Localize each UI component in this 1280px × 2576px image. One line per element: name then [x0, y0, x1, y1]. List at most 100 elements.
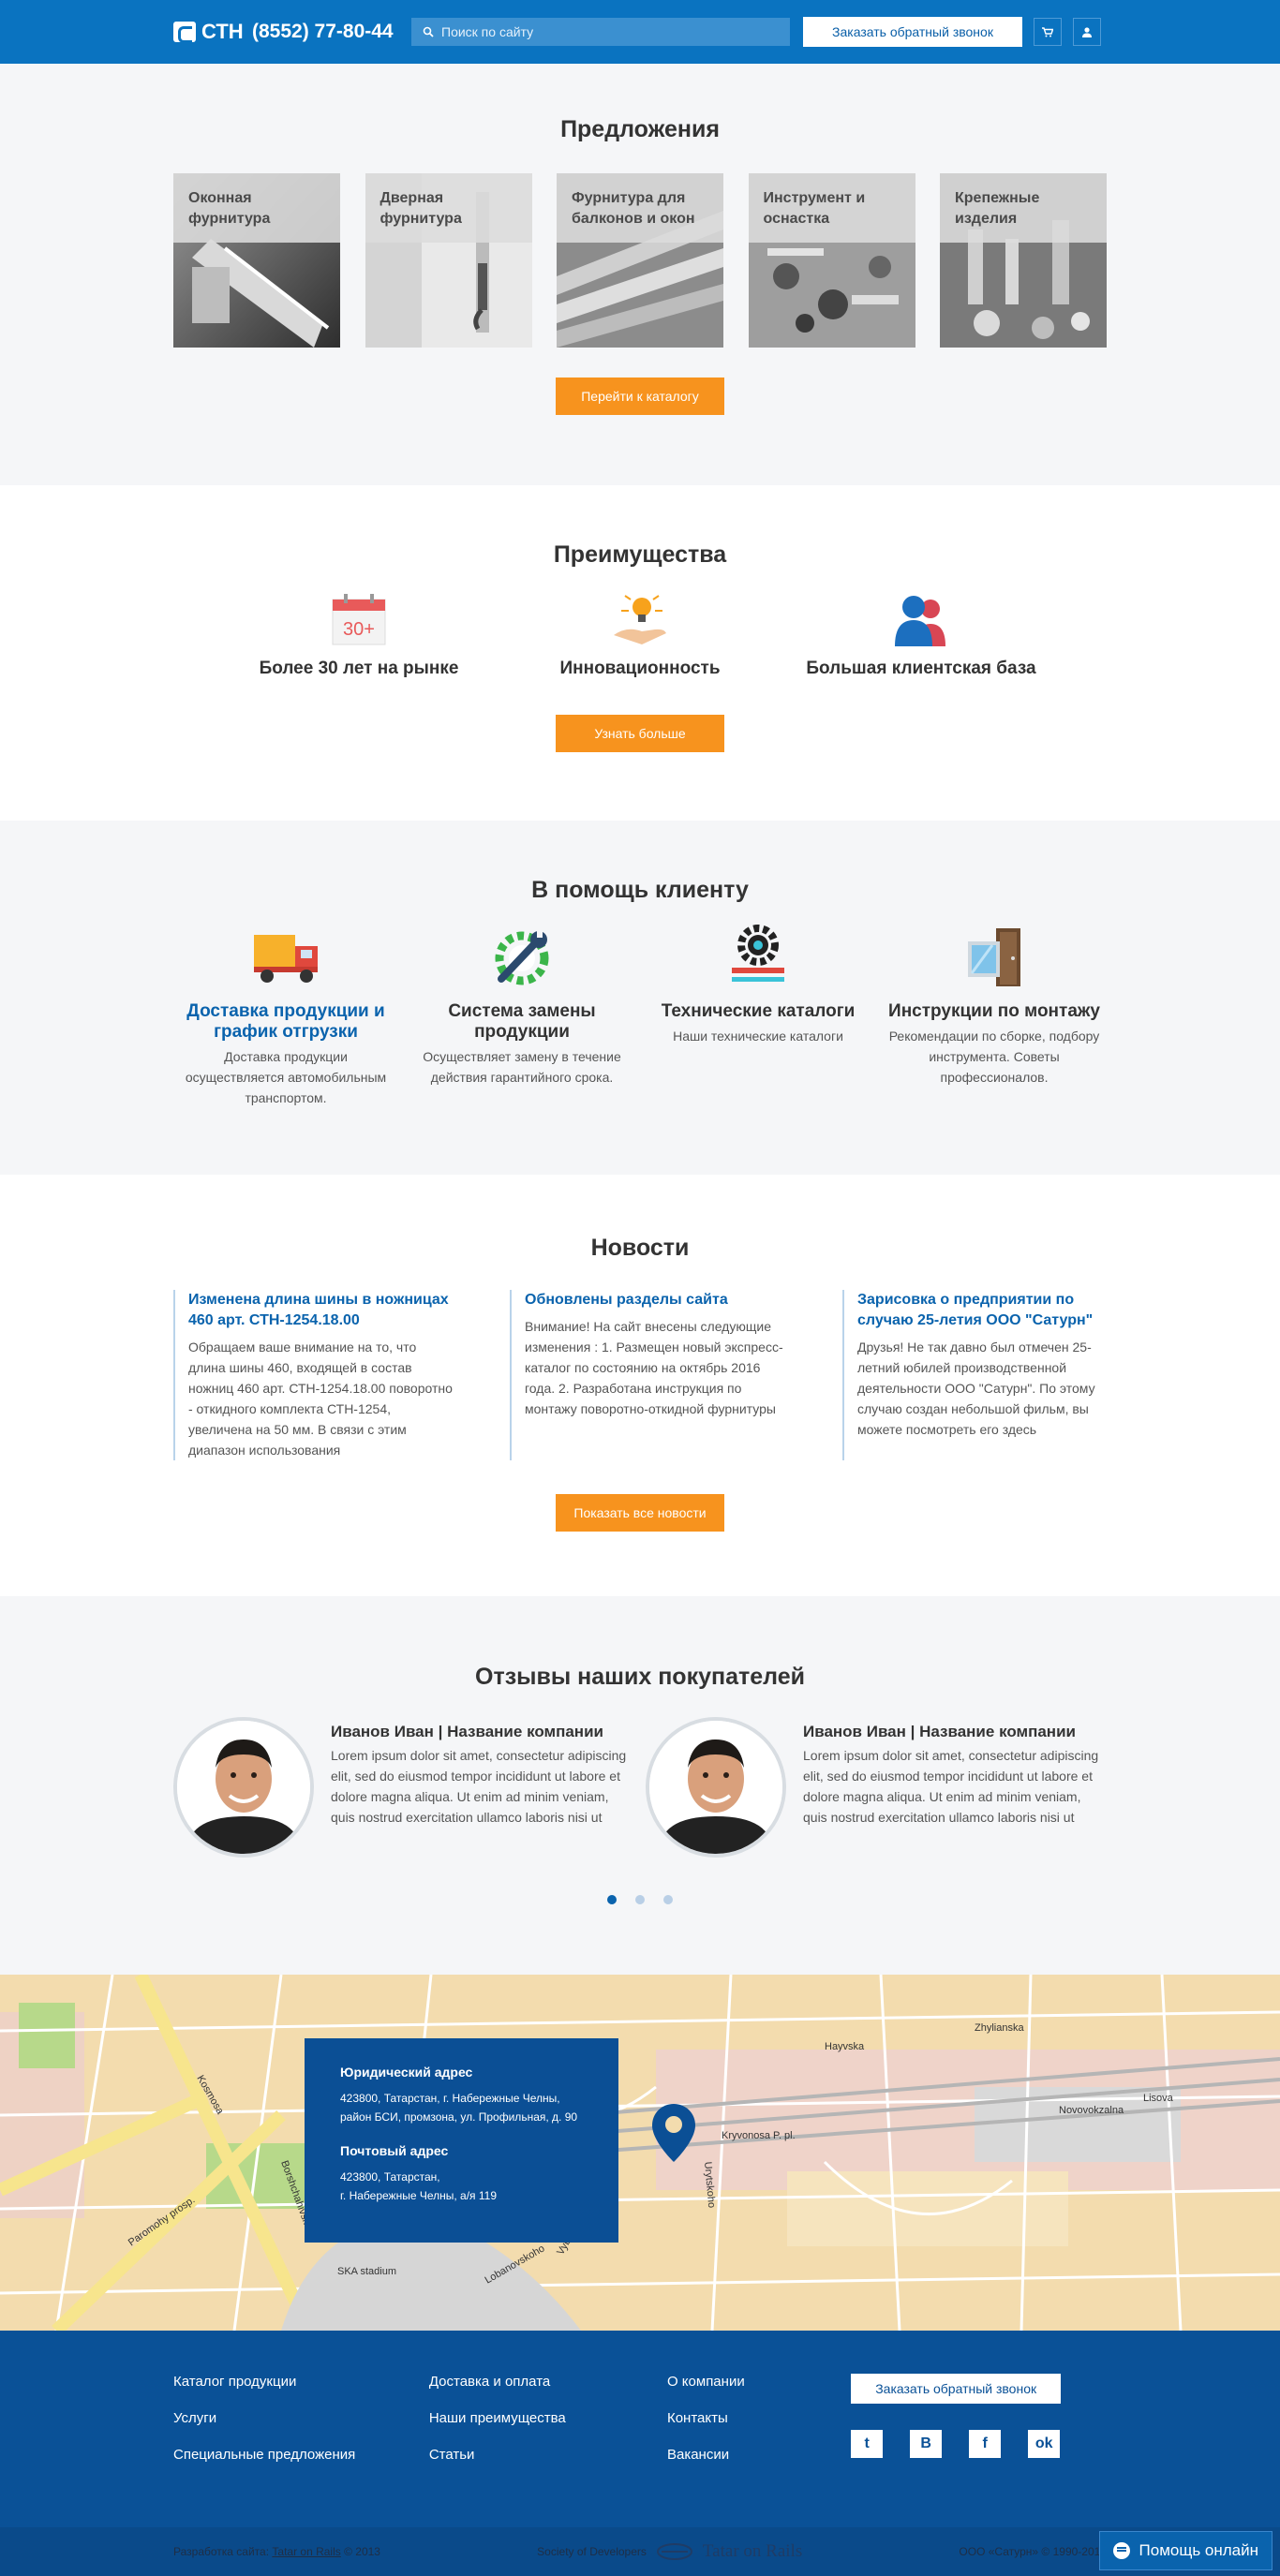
cart-icon	[1042, 26, 1053, 37]
odnoklassniki-icon[interactable]: ok	[1028, 2430, 1061, 2458]
gear-ruler-icon	[732, 925, 784, 982]
map-street-label: Novovokzalna	[1059, 2105, 1124, 2116]
offer-card-fasteners[interactable]: Крепежные изделия	[940, 173, 1107, 348]
reviews-title: Отзывы наших покупателей	[475, 1664, 805, 1690]
avatar	[646, 1717, 786, 1858]
help-delivery[interactable]: Доставка продукции и график отгрузки Дос…	[173, 921, 398, 1108]
help-instructions[interactable]: Инструкции по монтажу Рекомендации по сб…	[882, 921, 1107, 1108]
review-text: Lorem ipsum dolor sit amet, consectetur …	[331, 1748, 627, 1825]
news-item-title[interactable]: Зарисовка о предприятии по случаю 25-лет…	[857, 1290, 1107, 1331]
footer-link-delivery[interactable]: Доставка и оплата	[429, 2374, 667, 2390]
offer-label: Оконная фурнитура	[173, 173, 340, 243]
cart-button[interactable]	[1034, 18, 1062, 46]
offers-section: Предложения Оконная фурнитура Дверная фу…	[0, 64, 1280, 485]
map-pin-icon[interactable]	[652, 2104, 695, 2162]
news-section: Новости Изменена длина шины в ножницах 4…	[0, 1175, 1280, 1596]
help-item-title[interactable]: Система замены продукции	[409, 1001, 634, 1043]
advantage-label: Инновационность	[559, 659, 721, 678]
news-item-text: Друзья! Не так давно был отмечен 25-летн…	[857, 1340, 1095, 1437]
search-box[interactable]	[411, 18, 790, 46]
footer-link-offers[interactable]: Специальные предложения	[173, 2447, 429, 2463]
reviewer-photo	[177, 1721, 310, 1854]
offer-card-window[interactable]: Оконная фурнитура	[173, 173, 340, 348]
review-card: Иванов Иван | Название компании Lorem ip…	[173, 1717, 634, 1858]
logo[interactable]: СТН	[173, 20, 248, 44]
legal-address: 423800, Татарстан, г. Набережные Челны, …	[340, 2092, 578, 2124]
offer-card-tools[interactable]: Инструмент и оснастка	[748, 173, 915, 348]
map-street-label: Lisova	[1143, 2093, 1174, 2104]
help-title: В помощь клиенту	[531, 877, 749, 903]
news-title: Новости	[590, 1235, 690, 1261]
offer-label: Крепежные изделия	[940, 173, 1107, 243]
carousel-dot[interactable]	[663, 1895, 673, 1904]
advantage-label: Более 30 лет на рынке	[259, 659, 459, 678]
truck-icon	[254, 935, 318, 983]
developer-credit: Разработка сайта: Tatar on Rails © 2013	[173, 2545, 380, 2558]
help-replacement[interactable]: Система замены продукции Осуществляет за…	[409, 921, 634, 1108]
learn-more-button[interactable]: Узнать больше	[556, 715, 724, 752]
footer-link-catalog[interactable]: Каталог продукции	[173, 2374, 429, 2390]
footer-link-articles[interactable]: Статьи	[429, 2447, 667, 2463]
catalog-button[interactable]: Перейти к каталогу	[556, 378, 724, 415]
footer-link-advantages[interactable]: Наши преимущества	[429, 2410, 667, 2426]
location-map[interactable]: Kosmosa Paromohy prosp. Borshchahivska Uryt…	[0, 1975, 1280, 2331]
help-catalogs[interactable]: Технические каталоги Наши технические ка…	[646, 921, 871, 1108]
offer-label: Фурнитура для балконов и окон	[557, 173, 723, 243]
postal-address: 423800, Татарстан, г. Набережные Челны, …	[340, 2170, 497, 2202]
reviewer-name: Иванов Иван | Название компании	[331, 1723, 603, 1740]
help-item-title[interactable]: Доставка продукции и график отгрузки	[173, 1001, 398, 1043]
logo-text: СТН	[201, 20, 244, 43]
help-item-title[interactable]: Технические каталоги	[646, 1001, 871, 1022]
news-item: Зарисовка о предприятии по случаю 25-лет…	[842, 1290, 1107, 1460]
user-icon	[1082, 26, 1092, 37]
news-item-title[interactable]: Изменена длина шины в ножницах 460 арт. …	[188, 1290, 454, 1331]
search-input[interactable]	[441, 24, 779, 39]
twitter-icon[interactable]: t	[851, 2430, 884, 2458]
users-icon	[895, 596, 945, 646]
offers-title: Предложения	[560, 116, 720, 142]
help-item-desc: Рекомендации по сборке, подбору инструме…	[888, 1029, 1100, 1085]
phone-number[interactable]: (8552) 77-80-44	[252, 21, 411, 43]
advantage-clients: Большая клиентская база	[781, 591, 1062, 679]
address-card: Юридический адрес 423800, Татарстан, г. …	[305, 2038, 618, 2243]
avatar	[173, 1717, 314, 1858]
carousel-dot[interactable]	[635, 1895, 645, 1904]
news-item-title[interactable]: Обновлены разделы сайта	[525, 1290, 787, 1310]
reviews-section: Отзывы наших покупателей Иванов Иван | Н…	[0, 1596, 1280, 1975]
reviewer-photo	[649, 1721, 782, 1854]
offer-label: Дверная фурнитура	[365, 173, 532, 243]
callback-button[interactable]: Заказать обратный звонок	[803, 17, 1022, 47]
wrench-gear-icon	[495, 928, 549, 985]
chat-icon	[1112, 2542, 1130, 2559]
facebook-icon[interactable]: f	[969, 2430, 1002, 2458]
footer-link-contacts[interactable]: Контакты	[667, 2410, 851, 2426]
help-item-desc: Наши технические каталоги	[673, 1029, 843, 1044]
all-news-button[interactable]: Показать все новости	[556, 1494, 724, 1532]
window-door-icon	[968, 928, 1020, 986]
society-logo-icon	[656, 2543, 692, 2560]
offer-card-door[interactable]: Дверная фурнитура	[365, 173, 532, 348]
developer-link[interactable]: Tatar on Rails	[272, 2545, 340, 2558]
postal-address-title: Почтовый адрес	[340, 2143, 449, 2158]
advantages-section: Преимущества 30+ Более 30 лет на рынке И…	[0, 485, 1280, 821]
review-text: Lorem ipsum dolor sit amet, consectetur …	[803, 1748, 1099, 1825]
logo-icon	[173, 22, 196, 43]
news-item-text: Внимание! На сайт внесены следующие изме…	[525, 1319, 783, 1416]
help-online-button[interactable]: Помощь онлайн	[1098, 2531, 1273, 2570]
help-item-desc: Доставка продукции осуществляется автомо…	[185, 1049, 387, 1105]
carousel-dots	[173, 1895, 1107, 1904]
society-badge[interactable]: Society of Developers Tatar on Rails	[537, 2541, 802, 2562]
carousel-dot[interactable]	[607, 1895, 617, 1904]
footer-link-about[interactable]: О компании	[667, 2374, 851, 2390]
calendar-icon: 30+	[332, 594, 386, 645]
reviewer-name: Иванов Иван | Название компании	[803, 1723, 1076, 1740]
vk-icon[interactable]: В	[910, 2430, 943, 2458]
footer-link-services[interactable]: Услуги	[173, 2410, 429, 2426]
footer-callback-button[interactable]: Заказать обратный звонок	[851, 2374, 1062, 2404]
copyright: ООО «Сатурн» © 1990-2013	[959, 2545, 1107, 2558]
help-item-title[interactable]: Инструкции по монтажу	[882, 1001, 1107, 1022]
footer-link-vacancies[interactable]: Вакансии	[667, 2447, 851, 2463]
advantage-experience: 30+ Более 30 лет на рынке	[218, 591, 499, 679]
account-button[interactable]	[1073, 18, 1101, 46]
offer-card-balcony[interactable]: Фурнитура для балконов и окон	[557, 173, 723, 348]
